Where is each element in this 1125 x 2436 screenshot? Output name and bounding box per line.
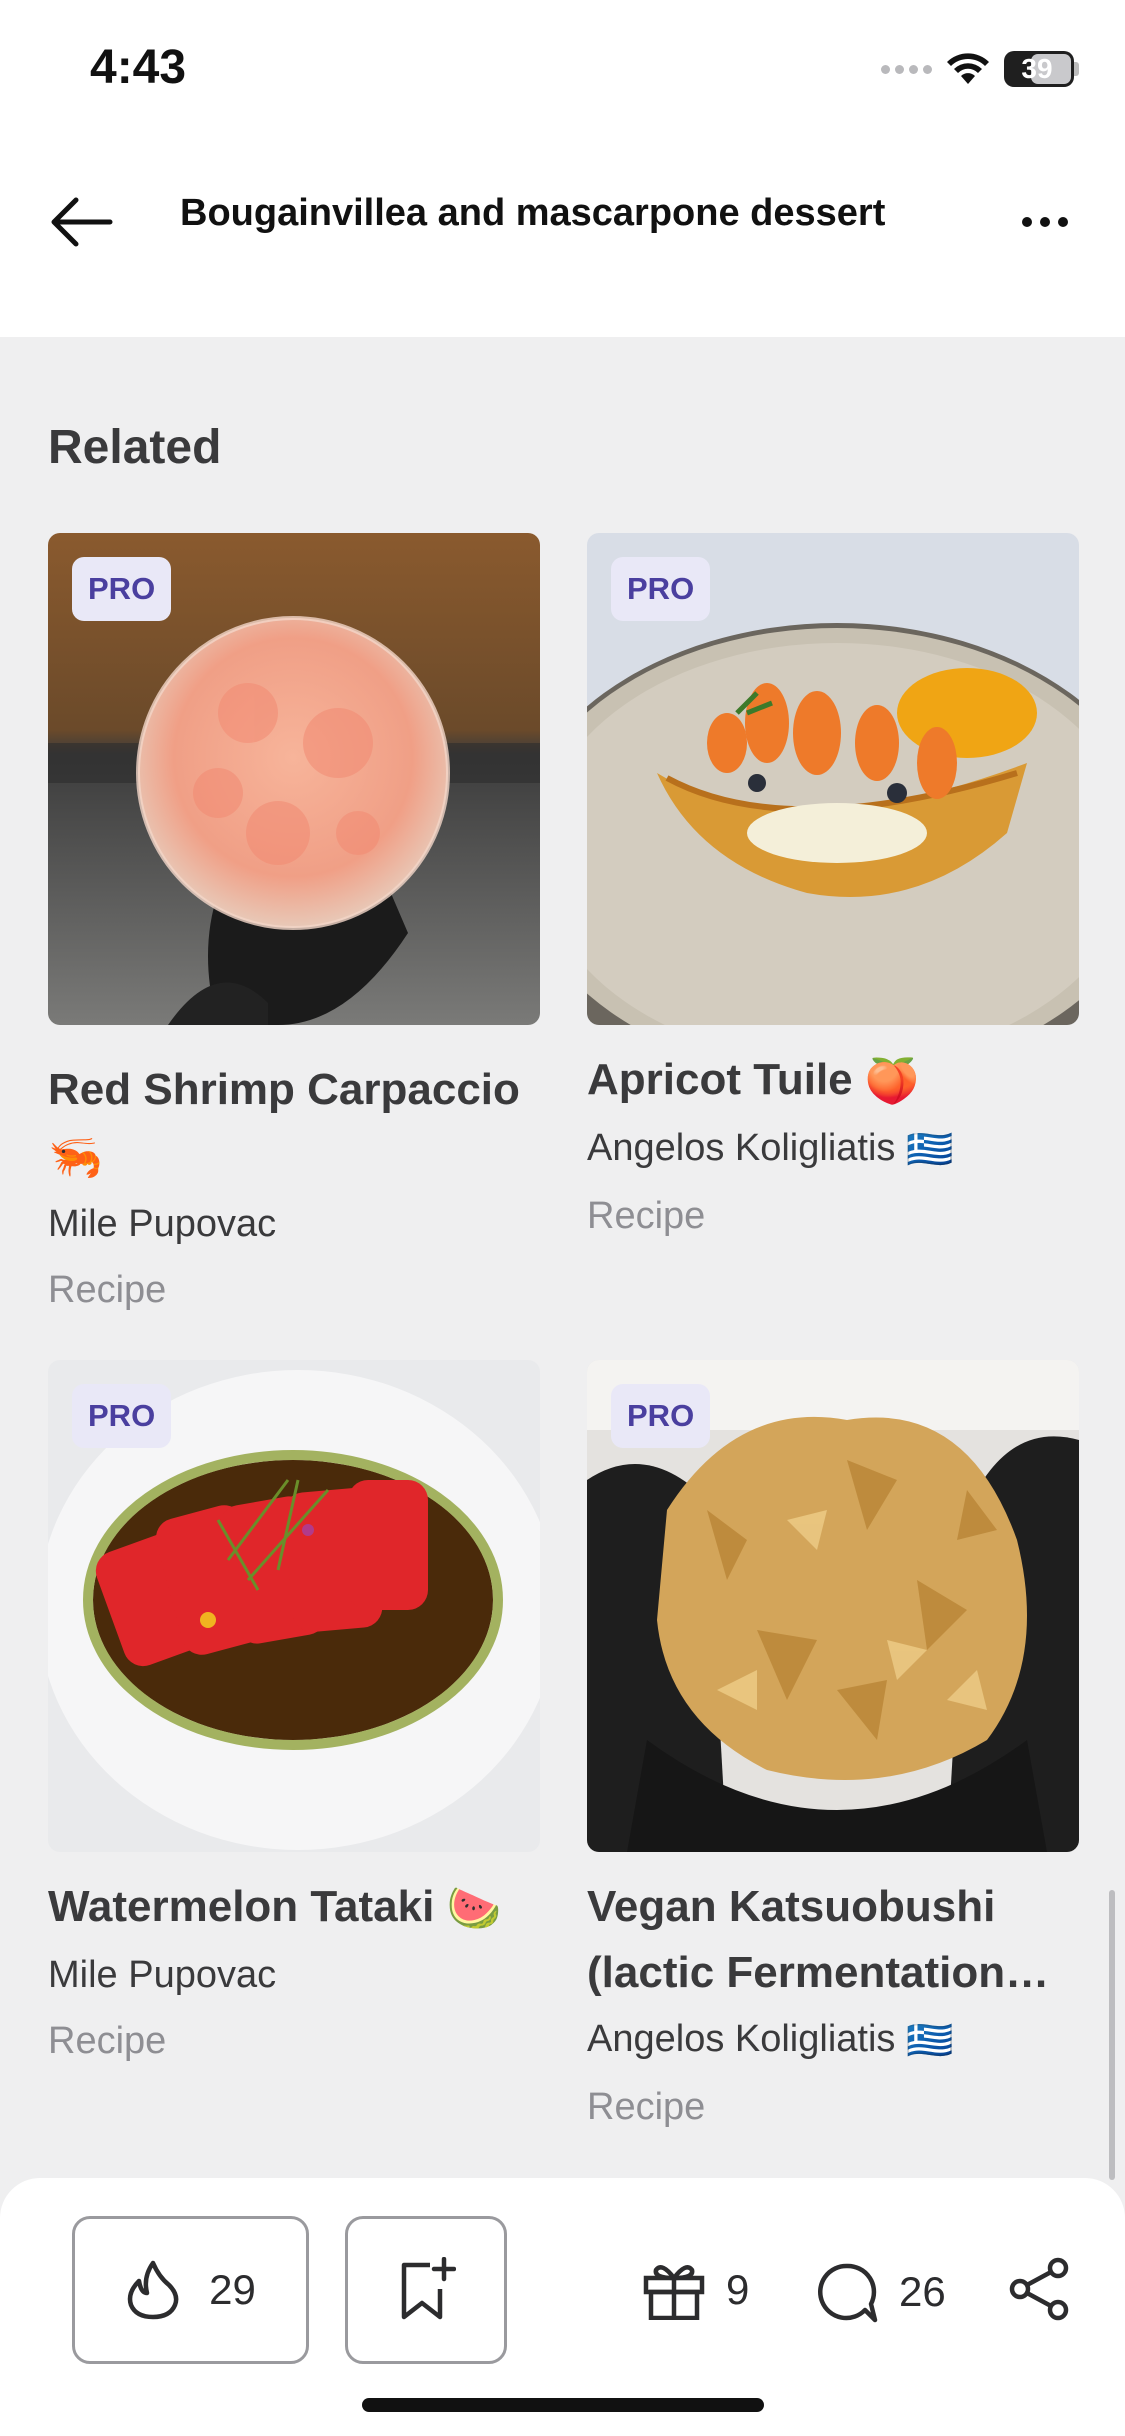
fire-count: 29: [209, 2266, 256, 2313]
battery-icon: 39: [1004, 51, 1074, 87]
top-nav-bar: Bougainvillea and mascarpone dessert: [0, 140, 1125, 337]
more-dot-icon: [1022, 217, 1032, 227]
peach-emoji-icon: 🍑: [864, 1057, 920, 1107]
recipe-type: Recipe: [587, 1195, 706, 1238]
status-bar: 4:43 39: [0, 0, 1125, 140]
gift-count: 9: [726, 2266, 750, 2313]
greece-flag-icon: 🇬🇷: [905, 2019, 954, 2062]
status-time: 4:43: [90, 41, 187, 94]
watermelon-emoji-icon: 🍉: [446, 1884, 502, 1934]
save-to-collection-button[interactable]: [345, 2216, 507, 2364]
recipe-title[interactable]: Red Shrimp Carpaccio 🦐: [48, 1057, 540, 1191]
recipe-author[interactable]: Angelos Koligliatis 🇬🇷: [587, 1115, 1079, 1183]
recipe-title[interactable]: Apricot Tuile 🍑: [587, 1047, 1079, 1115]
share-button[interactable]: [1008, 2256, 1072, 2322]
recipe-type: Recipe: [48, 1269, 167, 1312]
recipe-image[interactable]: PRO: [48, 1360, 540, 1852]
signal-icon: [881, 64, 932, 74]
recipe-card[interactable]: PRO Watermelon Tataki 🍉 Mile Pupovac Rec…: [48, 1360, 540, 2074]
pro-badge: PRO: [611, 1384, 711, 1448]
comment-count: 26: [899, 2268, 946, 2315]
home-indicator[interactable]: [362, 2398, 764, 2412]
recipe-title[interactable]: Watermelon Tataki 🍉: [48, 1874, 540, 1942]
fire-icon: [127, 2260, 179, 2320]
battery-level: 39: [1021, 53, 1053, 84]
shrimp-emoji-icon: 🦐: [48, 1133, 103, 1183]
share-icon: [1009, 2257, 1069, 2321]
wifi-icon: [947, 53, 989, 84]
fire-reaction-button[interactable]: 29: [72, 2216, 309, 2364]
page-title: Bougainvillea and mascarpone dessert: [180, 192, 886, 234]
pro-badge: PRO: [611, 557, 711, 621]
recipe-card[interactable]: PRO Red Shrimp Carpaccio 🦐 Mile Pupovac …: [48, 533, 540, 1323]
status-icons: 39: [881, 48, 1079, 90]
comments-button[interactable]: 26: [815, 2260, 946, 2324]
more-dot-icon: [1058, 217, 1068, 227]
recipe-author[interactable]: Mile Pupovac: [48, 1942, 540, 2008]
bookmark-add-icon: [401, 2257, 456, 2320]
recipe-type: Recipe: [587, 2085, 706, 2128]
pro-badge: PRO: [72, 557, 172, 621]
pro-badge: PRO: [72, 1384, 172, 1448]
gift-icon: [643, 2265, 705, 2320]
more-options-button[interactable]: [1005, 182, 1085, 262]
greece-flag-icon: 🇬🇷: [905, 1129, 954, 1172]
more-dot-icon: [1040, 217, 1050, 227]
recipe-author[interactable]: Angelos Koligliatis 🇬🇷: [587, 2006, 1079, 2074]
recipe-title[interactable]: Vegan Katsuobushi (lactic Fermentation…: [587, 1874, 1079, 2006]
recipe-card[interactable]: PRO Vegan Katsuobushi (lactic Fermentati…: [587, 1360, 1079, 2140]
scrollbar[interactable]: [1109, 1890, 1115, 2180]
arrow-left-icon: [51, 197, 113, 247]
recipe-type: Recipe: [48, 2020, 167, 2063]
recipe-card[interactable]: PRO Apricot Tuile 🍑 Angelos Koligliatis …: [587, 533, 1079, 1249]
recipe-image[interactable]: PRO: [587, 533, 1079, 1025]
section-title-related: Related: [48, 421, 222, 474]
comment-icon: [818, 2263, 878, 2323]
back-button[interactable]: [42, 182, 122, 262]
recipe-image[interactable]: PRO: [587, 1360, 1079, 1852]
recipe-image[interactable]: PRO: [48, 533, 540, 1025]
recipe-author[interactable]: Mile Pupovac: [48, 1191, 540, 1257]
gift-button[interactable]: 9: [642, 2260, 749, 2320]
